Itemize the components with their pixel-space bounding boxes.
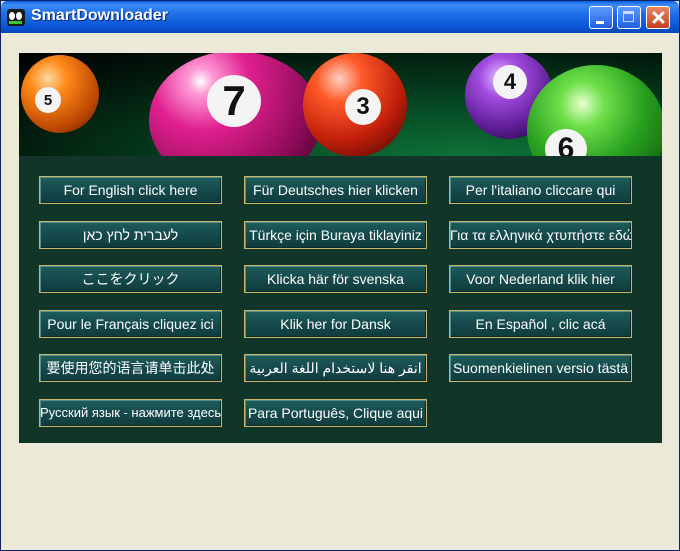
language-button-hebrew[interactable]: לעברית לחץ כאן	[39, 221, 222, 249]
language-button-swedish[interactable]: Klicka här för svenska	[244, 265, 427, 293]
ball-number: 3	[345, 89, 381, 125]
language-button-dutch[interactable]: Voor Nederland klik hier	[449, 265, 632, 293]
language-button-japanese[interactable]: ここをクリック	[39, 265, 222, 293]
maximize-button[interactable]	[617, 6, 641, 29]
language-button-spanish[interactable]: En Español , clic acá	[449, 310, 632, 338]
window-title: SmartDownloader	[31, 7, 168, 24]
billiard-ball-3: 3	[303, 53, 407, 156]
language-panel: For English click here Für Deutsches hie…	[19, 156, 662, 443]
billiard-ball-7: 7	[149, 53, 321, 156]
language-button-arabic[interactable]: انقر هنا لاستخدام اللغة العربية	[244, 354, 427, 382]
language-button-danish[interactable]: Klik her for Dansk	[244, 310, 427, 338]
language-button-english[interactable]: For English click here	[39, 176, 222, 204]
app-icon[interactable]	[7, 9, 25, 26]
language-button-finnish[interactable]: Suomenkielinen versio tästä	[449, 354, 632, 382]
language-button-russian[interactable]: Русский язык - нажмите здесь	[39, 399, 222, 427]
banner-image: 5 7 3 4 6	[19, 53, 662, 157]
language-button-turkish[interactable]: Türkçe için Buraya tiklayiniz	[244, 221, 427, 249]
title-bar[interactable]: SmartDownloader	[1, 1, 679, 33]
language-button-chinese[interactable]: 要使用您的语言请单击此处	[39, 354, 222, 382]
close-button[interactable]	[646, 6, 670, 29]
ball-number: 5	[35, 87, 61, 113]
minimize-button[interactable]	[589, 6, 613, 29]
ball-number: 4	[493, 65, 527, 99]
billiard-ball-5: 5	[21, 55, 99, 133]
ball-number: 7	[207, 75, 261, 127]
language-button-portuguese[interactable]: Para Português, Clique aqui	[244, 399, 427, 427]
language-button-greek[interactable]: Για τα ελληνικά χτυπήστε εδώ	[449, 221, 632, 249]
app-window: SmartDownloader 5 7 3 4 6 For English cl…	[0, 0, 680, 551]
language-button-german[interactable]: Für Deutsches hier klicken	[244, 176, 427, 204]
language-button-italian[interactable]: Per l'italiano cliccare qui	[449, 176, 632, 204]
language-button-french[interactable]: Pour le Français cliquez ici	[39, 310, 222, 338]
ball-number: 6	[545, 129, 587, 156]
